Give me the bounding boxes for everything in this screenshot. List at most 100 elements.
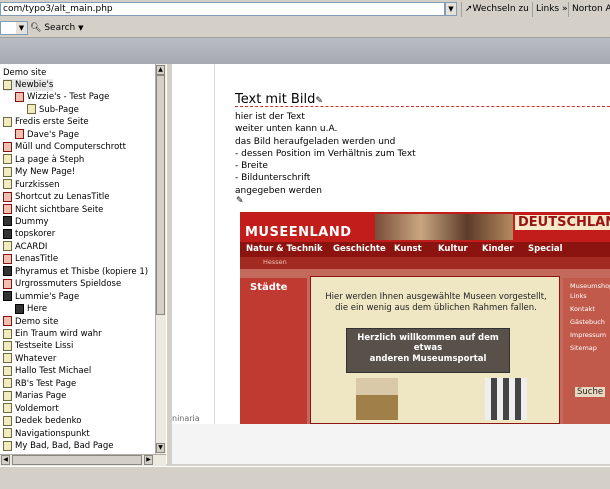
tree-item-label: Wizzie's - Test Page (27, 92, 110, 103)
content-line: hier ist der Text (235, 112, 305, 122)
museum-country: DEUTSCHLAND (515, 215, 610, 230)
page-icon[interactable] (3, 191, 12, 202)
tree-item[interactable]: Hallo Test Michael (3, 365, 91, 377)
content-body: hier ist der Text weiter unten kann u.A. d… (235, 111, 416, 197)
page-icon[interactable] (3, 79, 12, 90)
scroll-up-icon[interactable]: ▲ (156, 65, 165, 75)
page-icon[interactable] (3, 253, 12, 264)
page-icon[interactable] (3, 228, 12, 239)
page-icon[interactable] (3, 141, 12, 152)
page-icon[interactable] (27, 104, 36, 115)
tree-item[interactable]: LenasTitle (3, 253, 58, 265)
museum-right-link: Links (570, 292, 587, 300)
content-frame-bottom (172, 424, 610, 464)
page-icon[interactable] (3, 291, 12, 302)
tree-item-label: My Bad, Bad, Bad Page (15, 441, 114, 452)
page-icon[interactable] (15, 129, 24, 140)
tree-item[interactable]: Fredis erste Seite (3, 116, 89, 128)
tree-item[interactable]: La page à Steph (3, 154, 84, 166)
address-dropdown-button[interactable]: ▼ (445, 2, 457, 16)
page-icon[interactable] (3, 353, 12, 364)
page-icon[interactable] (3, 365, 12, 376)
scroll-right-icon[interactable]: ▶ (144, 455, 153, 465)
tree-item[interactable]: Nicht sichtbare Seite (3, 204, 103, 216)
tree-item[interactable]: Urgrossmuters Spieldose (3, 278, 121, 290)
tree-scroll-thumb[interactable] (156, 75, 165, 315)
page-icon[interactable] (3, 216, 12, 227)
tree-item[interactable]: RB's Test Page (3, 378, 76, 390)
search-button[interactable]: 🔍︎ Search ▼ (30, 21, 84, 35)
page-icon[interactable] (3, 340, 12, 351)
tree-item[interactable]: My New Page! (3, 166, 75, 178)
page-icon[interactable] (3, 440, 12, 451)
tree-item[interactable]: Phyramus et Thisbe (kopiere 1) (3, 266, 148, 278)
edit-pencil-icon[interactable]: ✎ (315, 96, 323, 106)
tree-item[interactable]: Whatever (3, 353, 56, 365)
page-icon[interactable] (3, 378, 12, 389)
tree-item-label: Urgrossmuters Spieldose (15, 279, 122, 290)
page-icon[interactable] (3, 278, 12, 289)
page-icon[interactable] (3, 241, 12, 252)
tree-item-label: Whatever (15, 353, 57, 364)
tree-item[interactable]: Marias Page (3, 390, 66, 402)
tree-item-label: Dummy (15, 216, 49, 227)
address-input[interactable]: com/typo3/alt_main.php (0, 2, 445, 16)
tree-item-label: Demo site (15, 316, 59, 327)
go-button[interactable]: ➚Wechseln zu (461, 2, 531, 17)
partial-text: ninaria (172, 414, 200, 423)
scroll-left-icon[interactable]: ◀ (1, 455, 10, 465)
tree-item[interactable]: Testseite Lissi (3, 340, 73, 352)
page-icon[interactable] (3, 179, 12, 190)
tree-item[interactable]: Dedek bedenko (3, 415, 81, 427)
tree-item-label: My New Page! (15, 167, 76, 178)
combo-dropdown-icon[interactable]: ▼ (16, 22, 27, 34)
tree-item[interactable]: Sub-Page (27, 104, 79, 116)
tree-item[interactable]: Ein Traum wird wahr (3, 328, 102, 340)
edit-pencil-icon[interactable]: ✎ (236, 196, 244, 206)
page-icon[interactable] (3, 328, 12, 339)
page-icon[interactable] (3, 390, 12, 401)
norton-button[interactable]: Norton AntiVirus (568, 2, 610, 17)
tree-item[interactable]: Dummy (3, 216, 49, 228)
museum-header-collage (375, 214, 513, 240)
page-icon[interactable] (3, 116, 12, 127)
tree-item[interactable]: Dave's Page (15, 129, 79, 141)
links-button[interactable]: Links » (532, 2, 568, 17)
go-arrow-icon: ➚ (465, 4, 473, 14)
tree-item[interactable]: Navigationspunkt (3, 428, 90, 440)
tree-item[interactable]: ACARDI (3, 241, 47, 253)
search-toolbar (0, 19, 610, 38)
page-icon[interactable] (3, 266, 12, 277)
tree-item[interactable]: My Bad, Bad, Bad Page (3, 440, 113, 452)
page-icon[interactable] (3, 154, 12, 165)
page-icon[interactable] (3, 428, 12, 439)
content-title: Text mit Bild✎ (235, 92, 323, 107)
tree-item[interactable]: Demo site (3, 316, 58, 328)
page-icon[interactable] (3, 316, 12, 327)
tree-item-label: Dave's Page (27, 129, 80, 140)
page-icon[interactable] (3, 166, 12, 177)
tree-item[interactable]: Wizzie's - Test Page (15, 91, 109, 103)
museum-left-column (240, 278, 307, 424)
tree-item[interactable]: Voldemort (3, 403, 59, 415)
tree-root[interactable]: Demo site (3, 67, 46, 79)
tree-item-label: Hallo Test Michael (15, 366, 92, 377)
tree-item[interactable]: Here (15, 303, 47, 315)
chevron-down-icon: ▼ (78, 24, 84, 32)
tree-item[interactable]: Shortcut zu LenasTitle (3, 191, 110, 203)
museum-region: Hessen (263, 258, 287, 266)
page-icon[interactable] (3, 415, 12, 426)
content-line: - Breite (235, 161, 268, 172)
page-icon[interactable] (15, 91, 24, 102)
tree-item[interactable]: Lummie's Page (3, 291, 79, 303)
tree-item-label: Shortcut zu LenasTitle (15, 192, 110, 203)
page-icon[interactable] (3, 403, 12, 414)
scroll-down-icon[interactable]: ▼ (156, 443, 165, 453)
tree-item[interactable]: topskorer (3, 228, 55, 240)
tree-hscroll-thumb[interactable] (12, 455, 142, 465)
tree-item[interactable]: Furzkissen (3, 179, 60, 191)
page-icon[interactable] (15, 303, 24, 314)
page-icon[interactable] (3, 204, 12, 214)
tree-item[interactable]: Müll und Computerschrott (3, 141, 126, 153)
tree-item[interactable]: Newbie's (3, 79, 54, 91)
